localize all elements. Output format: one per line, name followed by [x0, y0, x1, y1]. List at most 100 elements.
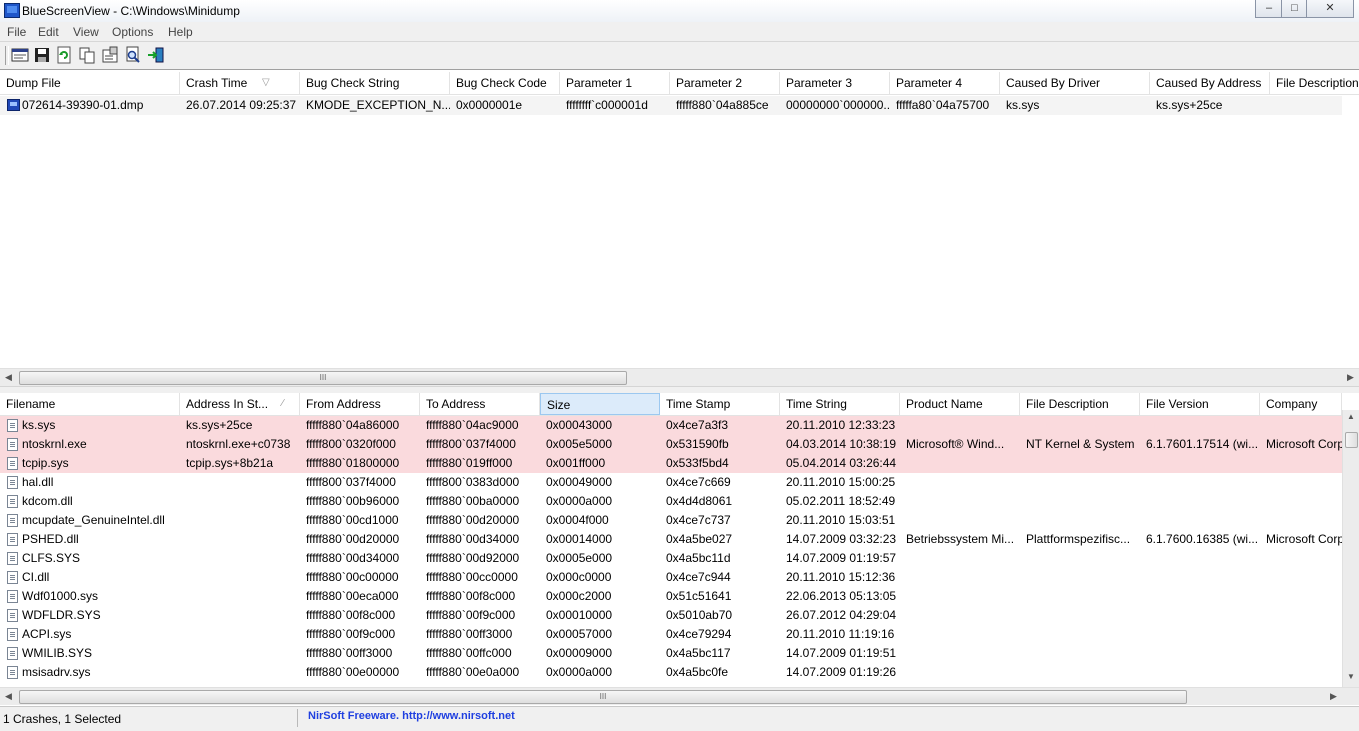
driver-row[interactable]: kdcom.dll fffff880`00b96000 fffff880`00ba0… [0, 492, 1342, 511]
cell-crash-time: 26.07.2014 09:25:37 [186, 98, 297, 112]
scroll-down-icon[interactable]: ▼ [1343, 670, 1359, 684]
refresh-icon[interactable] [55, 46, 73, 64]
col-from-address[interactable]: From Address [300, 393, 420, 415]
menu-bar: File Edit View Options Help [0, 22, 1359, 42]
col-product-name[interactable]: Product Name [900, 393, 1020, 415]
cell-from-address: fffff880`00d34000 [306, 551, 400, 565]
crash-list-hscrollbar[interactable]: ◀ III ▶ [0, 368, 1359, 386]
cell-file-description: Plattformspezifisc... [1026, 532, 1131, 546]
driver-row[interactable]: mcupdate_GenuineIntel.dll fffff880`00cd10… [0, 511, 1342, 530]
driver-row[interactable]: ACPI.sys fffff880`00f9c000 fffff880`00ff30… [0, 625, 1342, 644]
save-icon[interactable] [33, 46, 51, 64]
minimize-button[interactable]: – [1255, 0, 1283, 18]
cell-company [1260, 568, 1342, 587]
cell-company: Microsoft Corp [1266, 532, 1342, 546]
driver-row[interactable]: CLFS.SYS fffff880`00d34000 fffff880`00d920… [0, 549, 1342, 568]
scroll-thumb[interactable]: III [19, 371, 627, 385]
col-file-version[interactable]: File Version [1140, 393, 1260, 415]
driver-row[interactable]: Wdf01000.sys fffff880`00eca000 fffff880`00… [0, 587, 1342, 606]
driver-row[interactable]: msisadrv.sys fffff880`00e00000 fffff880`00… [0, 663, 1342, 682]
copy-icon[interactable] [78, 46, 96, 64]
col-parameter-4[interactable]: Parameter 4 [890, 72, 1000, 94]
driver-list-hscrollbar[interactable]: ◀ III ▶ [0, 687, 1359, 705]
col-bug-check-code[interactable]: Bug Check Code [450, 72, 560, 94]
find-icon[interactable] [124, 46, 142, 64]
properties-icon[interactable] [101, 46, 119, 64]
menu-file[interactable]: File [7, 25, 26, 39]
cell-company: Microsoft Corp [1266, 437, 1342, 451]
cell-from-address: fffff880`00eca000 [306, 589, 399, 603]
cell-address-in-stack [180, 568, 300, 587]
scroll-right-icon[interactable]: ▶ [1325, 688, 1342, 705]
col-caused-by-address[interactable]: Caused By Address [1150, 72, 1270, 94]
cell-file-description [1020, 549, 1140, 568]
cell-time-string: 26.07.2012 04:29:04 [786, 608, 897, 622]
cell-to-address: fffff880`04ac9000 [426, 418, 519, 432]
col-parameter-3[interactable]: Parameter 3 [780, 72, 890, 94]
col-caused-by-driver[interactable]: Caused By Driver [1000, 72, 1150, 94]
menu-help[interactable]: Help [168, 25, 193, 39]
cell-parameter-2: fffff880`04a885ce [676, 98, 769, 112]
cell-time-string: 14.07.2009 01:19:51 [786, 646, 897, 660]
driver-row[interactable]: WMILIB.SYS fffff880`00ff3000 fffff880`00ff… [0, 644, 1342, 663]
cell-time-stamp: 0x4a5bc0fe [666, 665, 729, 679]
cell-file-version [1140, 549, 1260, 568]
menu-view[interactable]: View [73, 25, 99, 39]
cell-size: 0x00049000 [546, 475, 613, 489]
col-bug-check-string[interactable]: Bug Check String [300, 72, 450, 94]
col-time-stamp[interactable]: Time Stamp [660, 393, 780, 415]
nirsoft-link[interactable]: NirSoft Freeware. http://www.nirsoft.net [308, 710, 515, 722]
col-to-address[interactable]: To Address [420, 393, 540, 415]
cell-time-stamp: 0x533f5bd4 [666, 456, 729, 470]
col-time-string[interactable]: Time String [780, 393, 900, 415]
menu-edit[interactable]: Edit [38, 25, 59, 39]
scroll-left-icon[interactable]: ◀ [0, 688, 17, 705]
cell-address-in-stack: ks.sys+25ce [186, 418, 253, 432]
cell-from-address: fffff880`00b96000 [306, 494, 400, 508]
driver-row[interactable]: PSHED.dll fffff880`00d20000 fffff880`00d34… [0, 530, 1342, 549]
close-button[interactable]: ✕ [1306, 0, 1354, 18]
cell-filename: tcpip.sys [22, 456, 69, 470]
toolbar [0, 42, 1359, 70]
maximize-button[interactable]: □ [1281, 0, 1308, 18]
scroll-right-icon[interactable]: ▶ [1342, 369, 1359, 386]
col-parameter-2[interactable]: Parameter 2 [670, 72, 780, 94]
cell-size: 0x0004f000 [546, 513, 609, 527]
driver-row[interactable]: tcpip.sys tcpip.sys+8b21a fffff880`0180000… [0, 454, 1342, 473]
crash-row[interactable]: 072614-39390-01.dmp 26.07.2014 09:25:37 … [0, 96, 1342, 115]
cell-from-address: fffff880`00cd1000 [306, 513, 399, 527]
col-size[interactable]: Size [540, 393, 660, 415]
col-crash-time-label: Crash Time [186, 76, 248, 90]
driver-list-vscrollbar[interactable]: ▲ ▼ [1342, 410, 1359, 687]
col-file-description[interactable]: File Description [1270, 72, 1359, 94]
vscroll-thumb[interactable] [1345, 432, 1358, 448]
cell-product-name [900, 644, 1020, 663]
col-company[interactable]: Company [1260, 393, 1342, 415]
cell-address-in-stack [180, 492, 300, 511]
driver-row[interactable]: ks.sys ks.sys+25ce fffff880`04a86000 fffff8… [0, 416, 1342, 435]
driver-row[interactable]: ntoskrnl.exe ntoskrnl.exe+c0738 fffff800`0… [0, 435, 1342, 454]
col-dump-file[interactable]: Dump File [0, 72, 180, 94]
cell-product-name: Betriebssystem Mi... [906, 532, 1015, 546]
cell-file-description: NT Kernel & System [1026, 437, 1135, 451]
menu-options[interactable]: Options [112, 25, 153, 39]
col-crash-time[interactable]: Crash Time ▽ [180, 72, 300, 94]
cell-time-stamp: 0x531590fb [666, 437, 729, 451]
driver-row[interactable]: CI.dll fffff880`00c00000 fffff880`00cc0000… [0, 568, 1342, 587]
driver-row[interactable]: hal.dll fffff800`037f4000 fffff800`0383d00… [0, 473, 1342, 492]
html-report-icon[interactable] [11, 46, 29, 64]
scroll-thumb[interactable]: III [19, 690, 1187, 704]
cell-filename: hal.dll [22, 475, 54, 489]
driver-row[interactable]: WDFLDR.SYS fffff880`00f8c000 fffff880`00f9… [0, 606, 1342, 625]
col-file-description[interactable]: File Description [1020, 393, 1140, 415]
col-address-in-stack[interactable]: Address In St... ∕ [180, 393, 300, 415]
col-filename[interactable]: Filename [0, 393, 180, 415]
cell-filename: ks.sys [22, 418, 56, 432]
cell-time-string: 14.07.2009 01:19:26 [786, 665, 897, 679]
scroll-up-icon[interactable]: ▲ [1343, 410, 1359, 424]
exit-icon[interactable] [147, 46, 165, 64]
scroll-left-icon[interactable]: ◀ [0, 369, 17, 386]
col-parameter-1[interactable]: Parameter 1 [560, 72, 670, 94]
cell-time-string: 20.11.2010 15:00:25 [786, 475, 896, 489]
cell-filename: mcupdate_GenuineIntel.dll [22, 513, 165, 527]
